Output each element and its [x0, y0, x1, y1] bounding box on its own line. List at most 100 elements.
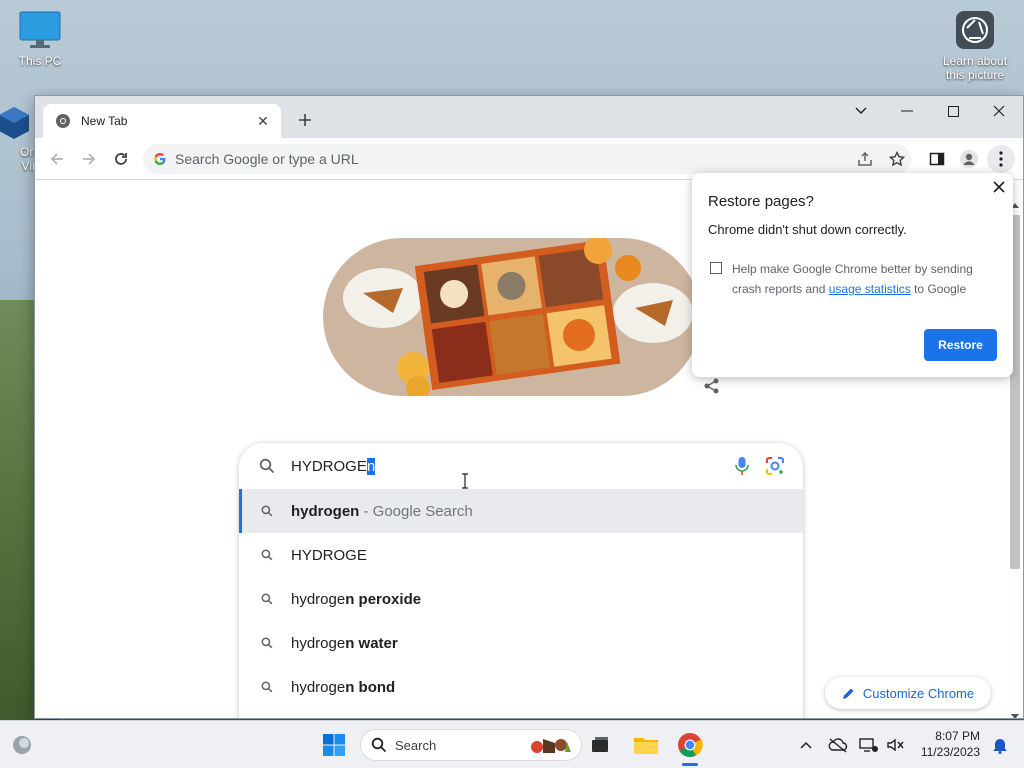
omnibox[interactable] [143, 144, 911, 174]
camera-lens-icon [956, 11, 994, 49]
doodle-image [323, 238, 701, 396]
minimize-button[interactable] [884, 96, 930, 126]
doodle-share-icon[interactable] [703, 377, 721, 395]
customize-label: Customize Chrome [862, 685, 975, 701]
search-icon [261, 637, 273, 649]
usage-stats-checkbox[interactable] [710, 262, 722, 274]
desktop-icon-this-pc[interactable]: This PC [0, 10, 80, 68]
microphone-icon[interactable] [735, 456, 749, 476]
search-input-row[interactable]: HYDROGEn [239, 443, 803, 489]
tab-new-tab[interactable]: New Tab ✕ [43, 104, 281, 138]
chrome-icon [678, 733, 703, 758]
back-icon [50, 153, 63, 165]
speaker-muted-icon [887, 738, 904, 752]
google-doodle[interactable] [323, 238, 701, 396]
task-view-button[interactable] [584, 729, 616, 761]
google-lens-icon[interactable] [765, 456, 785, 476]
menu-icon [999, 151, 1003, 167]
search-selected-text: n [366, 457, 376, 475]
text-cursor-icon [462, 473, 468, 489]
tab-search-button[interactable] [838, 96, 884, 126]
search-icon [261, 505, 273, 517]
google-g-icon [154, 153, 166, 165]
bookmark-button[interactable] [883, 145, 911, 173]
this-pc-label: This PC [18, 54, 62, 68]
onedrive-button[interactable] [822, 729, 854, 761]
weather-widget-icon [13, 736, 31, 754]
reload-button[interactable] [107, 145, 135, 173]
taskbar-clock[interactable]: 8:07 PM 11/23/2023 [921, 728, 980, 760]
minimize-icon [901, 110, 913, 112]
pencil-icon [842, 688, 854, 699]
learn-label: Learn about this picture [942, 54, 1008, 82]
dialog-title: Restore pages? [708, 193, 814, 210]
show-hidden-icons-button[interactable] [790, 729, 822, 761]
search-box[interactable]: HYDROGEn hydrogen - Google Search HYDROG… [239, 443, 803, 718]
side-panel-icon [929, 152, 945, 166]
suggestion-item[interactable]: hydrogen bond [239, 665, 803, 709]
close-window-button[interactable] [976, 96, 1022, 126]
search-typed-text: HYDROGE [291, 457, 367, 475]
address-input[interactable] [175, 151, 775, 167]
search-icon [259, 458, 275, 474]
close-tab-icon[interactable]: ✕ [253, 111, 273, 131]
search-input[interactable]: HYDROGEn [291, 457, 376, 475]
taskbar-search[interactable]: Search [360, 729, 582, 761]
search-icon [261, 593, 273, 605]
usage-stats-checkbox-row[interactable]: Help make Google Chrome better by sendin… [708, 259, 997, 299]
bell-icon [993, 739, 1007, 754]
chrome-active-indicator [682, 763, 698, 766]
restore-button[interactable]: Restore [924, 329, 997, 361]
search-icon [261, 549, 273, 561]
clock-time: 8:07 PM [935, 729, 980, 743]
back-button[interactable] [43, 145, 71, 173]
widgets-button[interactable] [6, 729, 38, 761]
suggestion-text: hydrogen peroxide [291, 590, 422, 608]
title-bar: New Tab ✕ [35, 96, 1023, 138]
suggestion-item[interactable]: hydrogen - Google Search [239, 489, 803, 533]
monitor-icon [19, 11, 61, 48]
share-page-button[interactable] [851, 145, 879, 173]
scroll-down-arrow-icon[interactable] [1010, 713, 1020, 719]
suggestion-item[interactable]: hydrogen peroxide [239, 577, 803, 621]
suggestion-text: hydrogen water [291, 634, 398, 652]
profile-button[interactable] [955, 145, 983, 173]
cloud-off-icon [828, 738, 848, 753]
volume-button[interactable] [880, 729, 912, 761]
start-button[interactable] [318, 729, 350, 761]
reload-icon [115, 153, 127, 165]
customize-chrome-button[interactable]: Customize Chrome [825, 677, 991, 709]
chevron-down-icon [855, 107, 867, 114]
maximize-button[interactable] [930, 96, 976, 126]
close-icon[interactable] [993, 181, 1005, 193]
usage-statistics-link[interactable]: usage statistics [829, 282, 911, 296]
profile-icon [960, 150, 978, 168]
notifications-button[interactable] [984, 729, 1016, 761]
forward-button[interactable] [75, 145, 103, 173]
taskbar: Search 8:07 PM 11/23/2023 [0, 720, 1024, 768]
search-highlight-icon [531, 739, 571, 753]
file-explorer-button[interactable] [630, 729, 662, 761]
restore-pages-dialog: Restore pages? Chrome didn't shut down c… [692, 173, 1013, 377]
search-icon [261, 681, 273, 693]
taskbar-search-label: Search [395, 737, 437, 753]
chevron-up-icon [800, 741, 812, 749]
tab-title: New Tab [81, 114, 128, 128]
forward-icon [83, 153, 96, 165]
desktop-icon-learn-about-picture[interactable]: Learn about this picture [935, 10, 1015, 82]
suggestion-text: hydrogen - Google Search [291, 502, 473, 520]
chrome-taskbar-button[interactable] [674, 729, 706, 761]
chrome-favicon-icon [56, 114, 70, 128]
checkbox-label: Help make Google Chrome better by sendin… [732, 262, 973, 296]
windows-logo-icon [323, 734, 345, 756]
side-panel-button[interactable] [923, 145, 951, 173]
chrome-menu-button[interactable] [987, 145, 1015, 173]
suggestion-item[interactable]: hydrogen water [239, 621, 803, 665]
new-tab-button[interactable] [293, 108, 317, 132]
task-view-icon [592, 737, 608, 752]
suggestion-text: HYDROGE [291, 546, 367, 564]
maximize-icon [947, 105, 959, 117]
suggestion-item[interactable]: HYDROGE [239, 533, 803, 577]
close-icon [993, 105, 1005, 117]
plus-icon [299, 114, 311, 126]
